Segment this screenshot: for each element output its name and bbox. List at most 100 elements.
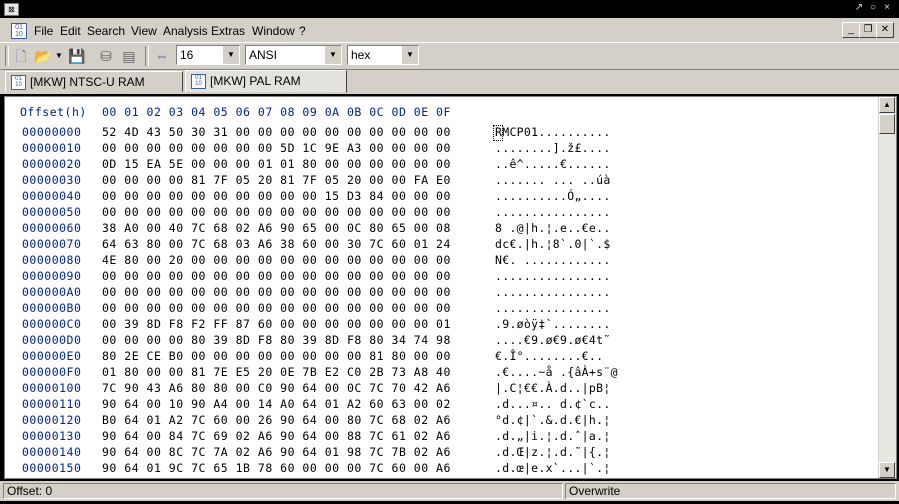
row-text[interactable]: N€. ............ [495, 253, 611, 267]
hex-row[interactable]: 000000C0 00 39 8D F8 F2 FF 87 60 00 00 00… [5, 317, 877, 333]
menu-extras[interactable]: Extras [211, 23, 245, 39]
row-text[interactable]: ....€9.ø€9.ø€4t˜ [495, 333, 611, 347]
display-mode-select[interactable]: hex ▼ [347, 45, 419, 65]
row-text[interactable]: .€....~å .{âÀ+s¨@ [495, 365, 618, 379]
close-icon[interactable]: × [881, 2, 893, 14]
row-text[interactable]: .d.œ|e.x`...|`.¦ [495, 461, 611, 475]
row-bytes[interactable]: 90 64 01 9C 7C 65 1B 78 60 00 00 00 7C 6… [102, 461, 451, 475]
tab-ntsc-u-dump[interactable]: 0110 [MKW] NTSC-U RAM Dump.bin [5, 71, 183, 110]
row-text[interactable]: RMCP01.......... [495, 125, 611, 139]
hex-row[interactable]: 00000130 90 64 00 84 7C 69 02 A6 90 64 00… [5, 429, 877, 445]
row-text[interactable]: ..........Ó„.... [495, 189, 611, 203]
maximize-icon[interactable]: ○ [867, 2, 879, 14]
row-bytes[interactable]: 52 4D 43 50 30 31 00 00 00 00 00 00 00 0… [102, 125, 451, 139]
hex-row[interactable]: 000000E0 80 2E CE B0 00 00 00 00 00 00 00… [5, 349, 877, 365]
hex-view[interactable]: Offset(h) 00 01 02 03 04 05 06 07 08 09 … [5, 97, 877, 478]
open-folder-icon[interactable]: 📂 [34, 47, 52, 65]
row-text[interactable]: ................ [495, 205, 611, 219]
hex-row[interactable]: 00000150 90 64 01 9C 7C 65 1B 78 60 00 00… [5, 461, 877, 477]
row-bytes[interactable]: 7C 90 43 A6 80 80 00 C0 90 64 00 0C 7C 7… [102, 381, 451, 395]
row-bytes[interactable]: 80 2E CE B0 00 00 00 00 00 00 00 00 81 8… [102, 349, 451, 363]
row-bytes[interactable]: 4E 80 00 20 00 00 00 00 00 00 00 00 00 0… [102, 253, 451, 267]
scroll-down-icon[interactable]: ▼ [879, 462, 895, 478]
row-bytes[interactable]: 64 63 80 00 7C 68 03 A6 38 60 00 30 7C 6… [102, 237, 451, 251]
row-bytes[interactable]: 00 39 8D F8 F2 FF 87 60 00 00 00 00 00 0… [102, 317, 451, 331]
row-text[interactable]: ........].ž£.... [495, 141, 611, 155]
close-document-icon[interactable]: ✕ [876, 22, 894, 38]
row-text[interactable]: ................ [495, 285, 611, 299]
chevron-down-icon[interactable]: ▼ [401, 46, 418, 64]
chevron-down-icon[interactable]: ▼ [324, 46, 341, 64]
pin-icon[interactable]: ↗ [853, 2, 865, 14]
menu-analysis[interactable]: Analysis [163, 23, 208, 39]
hex-row[interactable]: 00000140 90 64 00 8C 7C 7A 02 A6 90 64 01… [5, 445, 877, 461]
hex-row[interactable]: 00000030 00 00 00 00 81 7F 05 20 81 7F 05… [5, 173, 877, 189]
row-bytes[interactable]: 00 00 00 00 00 00 00 00 00 00 00 00 00 0… [102, 301, 451, 315]
row-bytes[interactable]: 01 80 00 00 81 7E E5 20 0E 7B E2 C0 2B 7… [102, 365, 451, 379]
row-text[interactable]: .d.Œ|z.¦.d.˜|{.¦ [495, 445, 611, 459]
row-bytes[interactable]: 00 00 00 00 80 39 8D F8 80 39 8D F8 80 3… [102, 333, 451, 347]
hex-row[interactable]: 00000060 38 A0 00 40 7C 68 02 A6 90 65 00… [5, 221, 877, 237]
hex-row[interactable]: 00000040 00 00 00 00 00 00 00 00 00 00 15… [5, 189, 877, 205]
row-bytes[interactable]: 00 00 00 00 00 00 00 00 5D 1C 9E A3 00 0… [102, 141, 451, 155]
row-bytes[interactable]: 90 64 00 8C 7C 7A 02 A6 90 64 01 98 7C 7… [102, 445, 451, 459]
row-text[interactable]: |.C¦€€.À.d..|pB¦ [495, 381, 611, 395]
scroll-up-icon[interactable]: ▲ [879, 97, 895, 113]
scrollbar-thumb[interactable] [879, 114, 895, 134]
hex-row[interactable]: 00000050 00 00 00 00 00 00 00 00 00 00 00… [5, 205, 877, 221]
hex-row[interactable]: 00000020 0D 15 EA 5E 00 00 00 01 01 80 00… [5, 157, 877, 173]
row-text[interactable]: 8 .@|h.¦.e..€e.. [495, 221, 611, 235]
row-text[interactable]: .9.øòÿ‡`........ [495, 317, 611, 331]
row-bytes[interactable]: 00 00 00 00 00 00 00 00 00 00 00 00 00 0… [102, 269, 451, 283]
bytes-per-line-select[interactable]: 16 ▼ [176, 45, 240, 65]
hex-row[interactable]: 00000010 00 00 00 00 00 00 00 00 5D 1C 9E… [5, 141, 877, 157]
hex-row[interactable]: 00000080 4E 80 00 20 00 00 00 00 00 00 00… [5, 253, 877, 269]
row-bytes[interactable]: 00 00 00 00 81 7F 05 20 81 7F 05 20 00 0… [102, 173, 451, 187]
disk-icon[interactable]: ⛁ [97, 47, 115, 65]
row-text[interactable]: ................ [495, 301, 611, 315]
hex-row[interactable]: 00000120 B0 64 01 A2 7C 60 00 26 90 64 00… [5, 413, 877, 429]
open-dropdown-icon[interactable]: ▼ [54, 47, 64, 65]
row-text[interactable]: °d.¢|`.&.d.€|h.¦ [495, 413, 611, 427]
menu-view[interactable]: View [131, 23, 157, 39]
row-text[interactable]: ................ [495, 269, 611, 283]
hex-editor[interactable]: Offset(h) 00 01 02 03 04 05 06 07 08 09 … [4, 96, 897, 479]
hex-row[interactable]: 000000B0 00 00 00 00 00 00 00 00 00 00 00… [5, 301, 877, 317]
document-icon[interactable]: 01 10 [11, 23, 27, 39]
hex-row[interactable]: 00000070 64 63 80 00 7C 68 03 A6 38 60 00… [5, 237, 877, 253]
menu-search[interactable]: Search [87, 23, 125, 39]
restore-document-icon[interactable]: ❐ [859, 22, 877, 38]
menu-window[interactable]: Window [252, 23, 295, 39]
row-text[interactable]: .d.„|i.¦.d.ˆ|a.¦ [495, 429, 611, 443]
row-text[interactable]: .d...¤.. d.¢`c.. [495, 397, 611, 411]
row-text[interactable]: ....... ... ..úà [495, 173, 611, 187]
menu-edit[interactable]: Edit [60, 23, 81, 39]
row-text[interactable]: €.Î°........€.. [495, 349, 603, 363]
hex-row[interactable]: 00000110 90 64 00 10 90 A4 00 14 A0 64 01… [5, 397, 877, 413]
save-icon[interactable]: 💾 [68, 47, 86, 65]
row-bytes[interactable]: 00 00 00 00 00 00 00 00 00 00 00 00 00 0… [102, 285, 451, 299]
row-text[interactable]: dc€.|h.¦8`.0|`.$ [495, 237, 611, 251]
app-icon[interactable]: ⊠ [4, 3, 19, 16]
hex-row[interactable]: 000000D0 00 00 00 00 80 39 8D F8 80 39 8D… [5, 333, 877, 349]
row-bytes[interactable]: 0D 15 EA 5E 00 00 00 01 01 80 00 00 00 0… [102, 157, 451, 171]
row-bytes[interactable]: 90 64 00 84 7C 69 02 A6 90 64 00 88 7C 6… [102, 429, 451, 443]
tab-pal-dump[interactable]: 0110 [MKW] PAL RAM Dump.bin [185, 70, 347, 109]
hex-row[interactable]: 000000F0 01 80 00 00 81 7E E5 20 0E 7B E2… [5, 365, 877, 381]
minimize-document-icon[interactable]: _ [842, 22, 860, 38]
new-file-icon[interactable]: 🗋 [12, 47, 30, 65]
row-bytes[interactable]: B0 64 01 A2 7C 60 00 26 90 64 00 80 7C 6… [102, 413, 451, 427]
hex-row[interactable]: 00000000 52 4D 43 50 30 31 00 00 00 00 00… [5, 125, 877, 141]
chevron-down-icon[interactable]: ▼ [222, 46, 239, 64]
hex-row[interactable]: 00000090 00 00 00 00 00 00 00 00 00 00 00… [5, 269, 877, 285]
row-text[interactable]: ..ê^.....€...... [495, 157, 611, 171]
charset-select[interactable]: ANSI ▼ [245, 45, 342, 65]
row-bytes[interactable]: 90 64 00 10 90 A4 00 14 A0 64 01 A2 60 6… [102, 397, 451, 411]
row-bytes[interactable]: 38 A0 00 40 7C 68 02 A6 90 65 00 0C 80 6… [102, 221, 451, 235]
hex-row[interactable]: 000000A0 00 00 00 00 00 00 00 00 00 00 00… [5, 285, 877, 301]
hex-row[interactable]: 00000100 7C 90 43 A6 80 80 00 C0 90 64 00… [5, 381, 877, 397]
row-bytes[interactable]: 00 00 00 00 00 00 00 00 00 00 00 00 00 0… [102, 205, 451, 219]
menu-help[interactable]: ? [299, 23, 306, 39]
ram-icon[interactable]: ▤ [120, 47, 138, 65]
row-bytes[interactable]: 00 00 00 00 00 00 00 00 00 00 15 D3 84 0… [102, 189, 451, 203]
